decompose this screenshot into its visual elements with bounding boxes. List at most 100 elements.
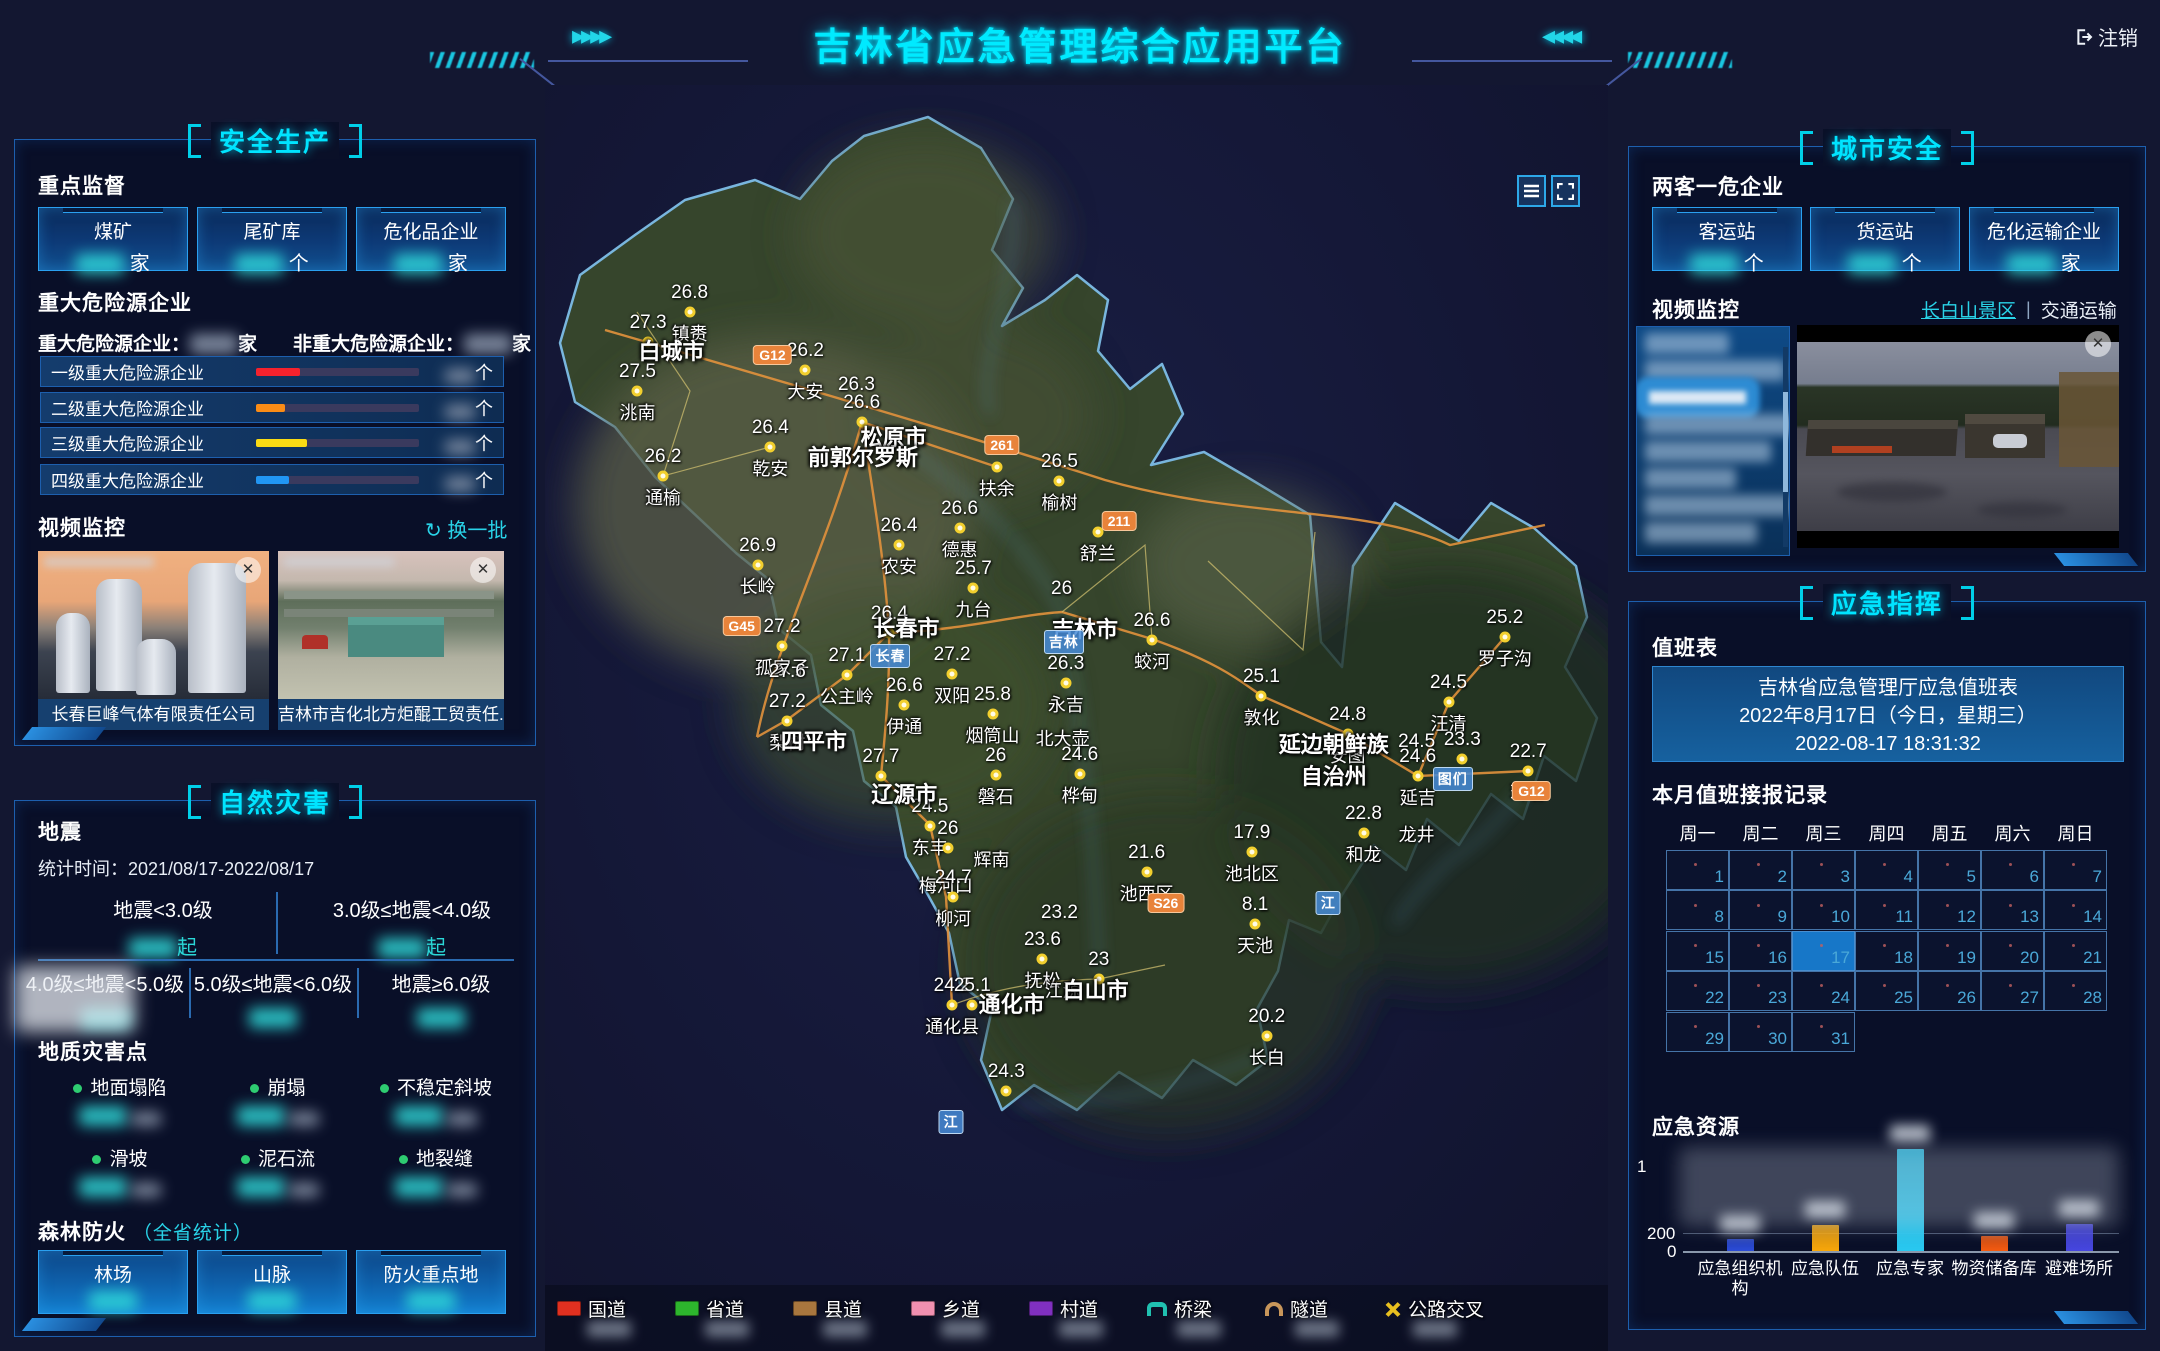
map-marker-dot-延吉[interactable] — [1412, 771, 1423, 782]
map-marker-dot-永吉[interactable] — [1060, 677, 1071, 688]
camera-list-item[interactable] — [1645, 468, 1736, 489]
calendar-day-9[interactable]: 9 — [1729, 890, 1792, 930]
calendar-day-23[interactable]: 23 — [1729, 971, 1792, 1011]
calendar-day-7[interactable]: 7 — [2044, 850, 2107, 890]
map-marker-dot-珲春[interactable] — [1523, 766, 1534, 777]
chart-bar-物资储备库[interactable] — [1981, 1236, 2008, 1251]
map-marker-dot-扶余[interactable] — [991, 462, 1002, 473]
stat-card-煤矿[interactable]: 煤矿 家 — [38, 207, 188, 271]
map-marker-dot-大安[interactable] — [800, 364, 811, 375]
camera-card[interactable]: ✕吉林市吉化北方炬醌工贸责任... — [278, 551, 504, 730]
calendar-day-31[interactable]: 31 — [1792, 1012, 1855, 1052]
calendar-day-5[interactable]: 5 — [1918, 850, 1981, 890]
map-marker-dot-磐石[interactable] — [990, 769, 1001, 780]
map-fullscreen-button[interactable] — [1551, 175, 1580, 207]
map-marker-dot-长白[interactable] — [1261, 1030, 1272, 1041]
calendar-day-11[interactable]: 11 — [1855, 890, 1918, 930]
calendar-day-6[interactable]: 6 — [1981, 850, 2044, 890]
calendar-day-16[interactable]: 16 — [1729, 931, 1792, 971]
province-map[interactable]: 26.8镇赉27.327.5洮南26.2大安26.326.626.4乾安26.2… — [545, 85, 1608, 1351]
stat-card-货运站[interactable]: 货运站 个 — [1810, 207, 1960, 271]
stat-card-林场[interactable]: 林场 — [38, 1250, 188, 1314]
map-marker-dot[interactable] — [942, 843, 953, 854]
map-marker-dot-通化县[interactable] — [947, 1000, 958, 1011]
calendar-day-24[interactable]: 24 — [1792, 971, 1855, 1011]
map-marker-dot-榆树[interactable] — [1054, 476, 1065, 487]
calendar-day-27[interactable]: 27 — [1981, 971, 2044, 1011]
calendar-day-28[interactable]: 28 — [2044, 971, 2107, 1011]
camera-list-item[interactable] — [1645, 387, 1750, 408]
calendar-day-30[interactable]: 30 — [1729, 1012, 1792, 1052]
map-marker-dot-长岭[interactable] — [752, 559, 763, 570]
map-marker-dot-天池[interactable] — [1250, 919, 1261, 930]
hazard-row-1[interactable]: 一级重大危险源企业个 — [40, 356, 504, 387]
map-marker-dot-东丰[interactable] — [924, 820, 935, 831]
calendar-day-14[interactable]: 14 — [2044, 890, 2107, 930]
calendar-day-21[interactable]: 21 — [2044, 931, 2107, 971]
map-marker-dot-蛟河[interactable] — [1146, 634, 1157, 645]
map-marker-dot-双阳[interactable] — [947, 668, 958, 679]
hazard-row-4[interactable]: 四级重大危险源企业个 — [40, 464, 504, 495]
map-marker-dot-洮南[interactable] — [632, 386, 643, 397]
close-icon[interactable]: ✕ — [235, 557, 261, 583]
camera-list-item[interactable] — [1645, 495, 1790, 516]
calendar-day-22[interactable]: 22 — [1666, 971, 1729, 1011]
map-marker-dot-敦化[interactable] — [1256, 691, 1267, 702]
stat-card-防火重点地[interactable]: 防火重点地 — [356, 1250, 506, 1314]
stat-card-尾矿库[interactable]: 尾矿库 个 — [197, 207, 347, 271]
calendar-day-2[interactable]: 2 — [1729, 850, 1792, 890]
close-icon[interactable]: ✕ — [2085, 331, 2111, 357]
stat-card-山脉[interactable]: 山脉 — [197, 1250, 347, 1314]
tab-changbaishan[interactable]: 长白山景区 — [1921, 296, 2016, 323]
chart-bar-避难场所[interactable] — [2066, 1224, 2093, 1251]
tab-transport[interactable]: 交通运输 — [2041, 296, 2117, 323]
calendar-day-1[interactable]: 1 — [1666, 850, 1729, 890]
map-marker-dot-孤家子[interactable] — [777, 640, 788, 651]
logout-button[interactable]: 注销 — [2075, 22, 2138, 51]
map-marker-dot-柳河[interactable] — [948, 891, 959, 902]
camera-list-item[interactable] — [1645, 441, 1771, 462]
map-marker-dot-罗子沟[interactable] — [1499, 631, 1510, 642]
calendar-day-20[interactable]: 20 — [1981, 931, 2044, 971]
chart-bar-应急组织机构[interactable] — [1727, 1239, 1754, 1251]
map-marker-dot-烟筒山[interactable] — [987, 709, 998, 720]
calendar-day-26[interactable]: 26 — [1918, 971, 1981, 1011]
calendar-day-15[interactable]: 15 — [1666, 931, 1729, 971]
calendar-day-18[interactable]: 18 — [1855, 931, 1918, 971]
camera-list[interactable] — [1636, 326, 1790, 556]
calendar-day-17[interactable]: 17 — [1792, 931, 1855, 971]
map-marker-dot-九台[interactable] — [968, 582, 979, 593]
calendar-day-19[interactable]: 19 — [1918, 931, 1981, 971]
calendar-day-25[interactable]: 25 — [1855, 971, 1918, 1011]
camera-list-item[interactable] — [1645, 414, 1790, 435]
calendar-day-13[interactable]: 13 — [1981, 890, 2044, 930]
calendar-day-12[interactable]: 12 — [1918, 890, 1981, 930]
map-marker-dot-伊通[interactable] — [899, 700, 910, 711]
map-marker-dot-公主岭[interactable] — [841, 669, 852, 680]
map-marker-dot[interactable] — [1457, 753, 1468, 764]
stat-card-危化运输企业[interactable]: 危化运输企业 家 — [1969, 207, 2119, 271]
map-marker-dot-镇赉[interactable] — [684, 306, 695, 317]
camera-card[interactable]: ✕长春巨峰气体有限责任公司 — [38, 551, 269, 730]
live-video-feed[interactable]: ✕ — [1797, 325, 2119, 548]
map-layers-button[interactable] — [1517, 175, 1546, 207]
map-marker-dot-桦甸[interactable] — [1074, 768, 1085, 779]
stat-card-客运站[interactable]: 客运站 个 — [1652, 207, 1802, 271]
map-marker-dot[interactable] — [967, 1000, 978, 1011]
camera-list-item[interactable] — [1645, 333, 1729, 354]
calendar-day-8[interactable]: 8 — [1666, 890, 1729, 930]
map-marker-dot[interactable] — [1001, 1086, 1012, 1097]
chart-bar-应急队伍[interactable] — [1812, 1225, 1839, 1251]
map-marker-dot-乾安[interactable] — [765, 442, 776, 453]
close-icon[interactable]: ✕ — [470, 557, 496, 583]
hazard-row-2[interactable]: 二级重大危险源企业个 — [40, 392, 504, 423]
refresh-batch-button[interactable]: ↻ 换一批 — [425, 514, 507, 543]
map-marker-dot-德惠[interactable] — [954, 523, 965, 534]
map-marker-dot-农安[interactable] — [893, 539, 904, 550]
stat-card-危化品企业[interactable]: 危化品企业 家 — [356, 207, 506, 271]
calendar-day-4[interactable]: 4 — [1855, 850, 1918, 890]
calendar-day-29[interactable]: 29 — [1666, 1012, 1729, 1052]
map-marker-dot-汪清[interactable] — [1443, 696, 1454, 707]
camera-list-item[interactable] — [1645, 360, 1785, 381]
map-marker-dot-通榆[interactable] — [657, 471, 668, 482]
